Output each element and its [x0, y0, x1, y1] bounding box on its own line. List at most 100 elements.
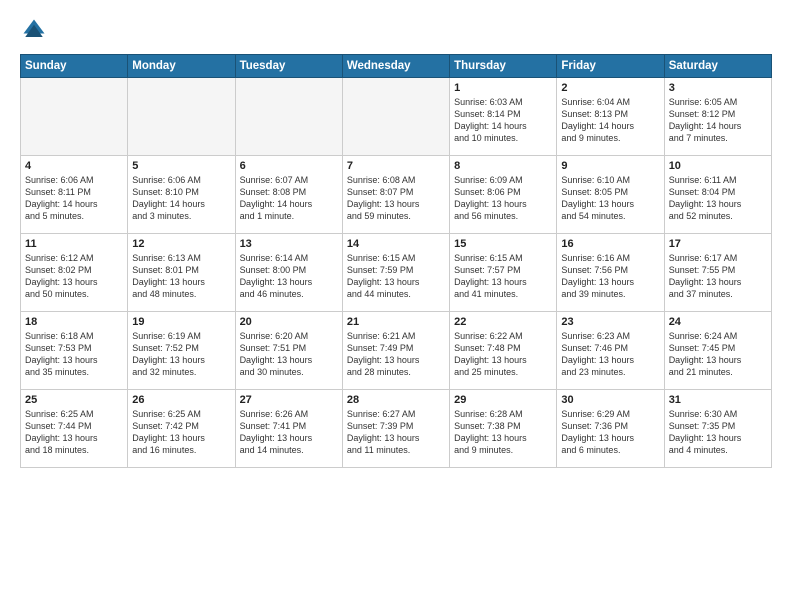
- cell-info: Sunrise: 6:14 AM Sunset: 8:00 PM Dayligh…: [240, 252, 338, 301]
- cell-info: Sunrise: 6:27 AM Sunset: 7:39 PM Dayligh…: [347, 408, 445, 457]
- day-number: 9: [561, 160, 659, 172]
- calendar-cell: 30 Sunrise: 6:29 AM Sunset: 7:36 PM Dayli…: [557, 390, 664, 468]
- calendar-cell: 27 Sunrise: 6:26 AM Sunset: 7:41 PM Dayli…: [235, 390, 342, 468]
- day-number: 17: [669, 238, 767, 250]
- calendar-cell: 25 Sunrise: 6:25 AM Sunset: 7:44 PM Dayli…: [21, 390, 128, 468]
- page: SundayMondayTuesdayWednesdayThursdayFrid…: [0, 0, 792, 612]
- calendar-cell: 13 Sunrise: 6:14 AM Sunset: 8:00 PM Dayli…: [235, 234, 342, 312]
- calendar-cell: 15Sunrise: 6:15 AM Sunset: 7:57 PM Dayli…: [450, 234, 557, 312]
- calendar-week-1: 1 Sunrise: 6:03 AM Sunset: 8:14 PM Daylig…: [21, 78, 772, 156]
- day-number: 23: [561, 316, 659, 328]
- calendar-cell: 16Sunrise: 6:16 AM Sunset: 7:56 PM Dayli…: [557, 234, 664, 312]
- cell-info: Sunrise: 6:06 AM Sunset: 8:11 PM Dayligh…: [25, 174, 123, 223]
- calendar-week-5: 25 Sunrise: 6:25 AM Sunset: 7:44 PM Dayli…: [21, 390, 772, 468]
- calendar-cell: [235, 78, 342, 156]
- calendar-cell: 6 Sunrise: 6:07 AM Sunset: 8:08 PM Daylig…: [235, 156, 342, 234]
- cell-info: Sunrise: 6:24 AM Sunset: 7:45 PM Dayligh…: [669, 330, 767, 379]
- calendar-cell: 19 Sunrise: 6:19 AM Sunset: 7:52 PM Dayli…: [128, 312, 235, 390]
- cell-info: Sunrise: 6:03 AM Sunset: 8:14 PM Dayligh…: [454, 96, 552, 145]
- calendar-table: SundayMondayTuesdayWednesdayThursdayFrid…: [20, 54, 772, 468]
- logo-icon: [20, 16, 48, 44]
- day-number: 26: [132, 394, 230, 406]
- calendar-cell: 12Sunrise: 6:13 AM Sunset: 8:01 PM Dayli…: [128, 234, 235, 312]
- day-number: 19: [132, 316, 230, 328]
- calendar-cell: 20Sunrise: 6:20 AM Sunset: 7:51 PM Dayli…: [235, 312, 342, 390]
- day-number: 11: [25, 238, 123, 250]
- weekday-header-sunday: Sunday: [21, 55, 128, 78]
- cell-info: Sunrise: 6:18 AM Sunset: 7:53 PM Dayligh…: [25, 330, 123, 379]
- day-number: 30: [561, 394, 659, 406]
- cell-info: Sunrise: 6:08 AM Sunset: 8:07 PM Dayligh…: [347, 174, 445, 223]
- day-number: 15: [454, 238, 552, 250]
- calendar-week-2: 4 Sunrise: 6:06 AM Sunset: 8:11 PM Daylig…: [21, 156, 772, 234]
- calendar-cell: 24 Sunrise: 6:24 AM Sunset: 7:45 PM Dayli…: [664, 312, 771, 390]
- day-number: 28: [347, 394, 445, 406]
- cell-info: Sunrise: 6:17 AM Sunset: 7:55 PM Dayligh…: [669, 252, 767, 301]
- calendar-cell: 5 Sunrise: 6:06 AM Sunset: 8:10 PM Daylig…: [128, 156, 235, 234]
- calendar-cell: 7Sunrise: 6:08 AM Sunset: 8:07 PM Daylig…: [342, 156, 449, 234]
- cell-info: Sunrise: 6:10 AM Sunset: 8:05 PM Dayligh…: [561, 174, 659, 223]
- calendar-cell: 4 Sunrise: 6:06 AM Sunset: 8:11 PM Daylig…: [21, 156, 128, 234]
- cell-info: Sunrise: 6:20 AM Sunset: 7:51 PM Dayligh…: [240, 330, 338, 379]
- day-number: 10: [669, 160, 767, 172]
- day-number: 29: [454, 394, 552, 406]
- calendar-cell: 26 Sunrise: 6:25 AM Sunset: 7:42 PM Dayli…: [128, 390, 235, 468]
- cell-info: Sunrise: 6:25 AM Sunset: 7:44 PM Dayligh…: [25, 408, 123, 457]
- cell-info: Sunrise: 6:11 AM Sunset: 8:04 PM Dayligh…: [669, 174, 767, 223]
- calendar-cell: [21, 78, 128, 156]
- weekday-header-friday: Friday: [557, 55, 664, 78]
- day-number: 5: [132, 160, 230, 172]
- cell-info: Sunrise: 6:13 AM Sunset: 8:01 PM Dayligh…: [132, 252, 230, 301]
- day-number: 27: [240, 394, 338, 406]
- day-number: 25: [25, 394, 123, 406]
- calendar-cell: 21 Sunrise: 6:21 AM Sunset: 7:49 PM Dayli…: [342, 312, 449, 390]
- cell-info: Sunrise: 6:30 AM Sunset: 7:35 PM Dayligh…: [669, 408, 767, 457]
- calendar-cell: 22 Sunrise: 6:22 AM Sunset: 7:48 PM Dayli…: [450, 312, 557, 390]
- calendar-cell: 18 Sunrise: 6:18 AM Sunset: 7:53 PM Dayli…: [21, 312, 128, 390]
- weekday-header-row: SundayMondayTuesdayWednesdayThursdayFrid…: [21, 55, 772, 78]
- day-number: 21: [347, 316, 445, 328]
- day-number: 6: [240, 160, 338, 172]
- cell-info: Sunrise: 6:26 AM Sunset: 7:41 PM Dayligh…: [240, 408, 338, 457]
- calendar-body: 1 Sunrise: 6:03 AM Sunset: 8:14 PM Daylig…: [21, 78, 772, 468]
- calendar-cell: 14Sunrise: 6:15 AM Sunset: 7:59 PM Dayli…: [342, 234, 449, 312]
- calendar-cell: 23 Sunrise: 6:23 AM Sunset: 7:46 PM Dayli…: [557, 312, 664, 390]
- day-number: 13: [240, 238, 338, 250]
- cell-info: Sunrise: 6:28 AM Sunset: 7:38 PM Dayligh…: [454, 408, 552, 457]
- calendar-cell: 11 Sunrise: 6:12 AM Sunset: 8:02 PM Dayli…: [21, 234, 128, 312]
- weekday-header-thursday: Thursday: [450, 55, 557, 78]
- header: [20, 16, 772, 44]
- cell-info: Sunrise: 6:25 AM Sunset: 7:42 PM Dayligh…: [132, 408, 230, 457]
- calendar-cell: 31 Sunrise: 6:30 AM Sunset: 7:35 PM Dayli…: [664, 390, 771, 468]
- day-number: 22: [454, 316, 552, 328]
- weekday-header-tuesday: Tuesday: [235, 55, 342, 78]
- cell-info: Sunrise: 6:16 AM Sunset: 7:56 PM Dayligh…: [561, 252, 659, 301]
- day-number: 4: [25, 160, 123, 172]
- cell-info: Sunrise: 6:12 AM Sunset: 8:02 PM Dayligh…: [25, 252, 123, 301]
- calendar-cell: 9 Sunrise: 6:10 AM Sunset: 8:05 PM Daylig…: [557, 156, 664, 234]
- calendar-week-3: 11 Sunrise: 6:12 AM Sunset: 8:02 PM Dayli…: [21, 234, 772, 312]
- cell-info: Sunrise: 6:07 AM Sunset: 8:08 PM Dayligh…: [240, 174, 338, 223]
- calendar-cell: 3Sunrise: 6:05 AM Sunset: 8:12 PM Daylig…: [664, 78, 771, 156]
- calendar-cell: [342, 78, 449, 156]
- day-number: 31: [669, 394, 767, 406]
- cell-info: Sunrise: 6:04 AM Sunset: 8:13 PM Dayligh…: [561, 96, 659, 145]
- day-number: 18: [25, 316, 123, 328]
- cell-info: Sunrise: 6:06 AM Sunset: 8:10 PM Dayligh…: [132, 174, 230, 223]
- calendar-cell: 10 Sunrise: 6:11 AM Sunset: 8:04 PM Dayli…: [664, 156, 771, 234]
- calendar-cell: 29 Sunrise: 6:28 AM Sunset: 7:38 PM Dayli…: [450, 390, 557, 468]
- weekday-header-wednesday: Wednesday: [342, 55, 449, 78]
- cell-info: Sunrise: 6:23 AM Sunset: 7:46 PM Dayligh…: [561, 330, 659, 379]
- calendar-cell: [128, 78, 235, 156]
- calendar-cell: 17 Sunrise: 6:17 AM Sunset: 7:55 PM Dayli…: [664, 234, 771, 312]
- cell-info: Sunrise: 6:29 AM Sunset: 7:36 PM Dayligh…: [561, 408, 659, 457]
- day-number: 1: [454, 82, 552, 94]
- day-number: 2: [561, 82, 659, 94]
- cell-info: Sunrise: 6:21 AM Sunset: 7:49 PM Dayligh…: [347, 330, 445, 379]
- day-number: 3: [669, 82, 767, 94]
- cell-info: Sunrise: 6:19 AM Sunset: 7:52 PM Dayligh…: [132, 330, 230, 379]
- day-number: 8: [454, 160, 552, 172]
- weekday-header-saturday: Saturday: [664, 55, 771, 78]
- cell-info: Sunrise: 6:22 AM Sunset: 7:48 PM Dayligh…: [454, 330, 552, 379]
- day-number: 24: [669, 316, 767, 328]
